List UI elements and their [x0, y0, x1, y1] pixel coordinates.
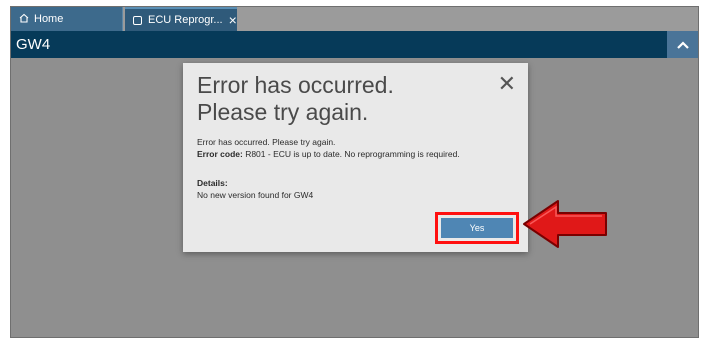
details-label: Details: [197, 178, 228, 188]
dialog-body: Error has occurred. Please try again. Er… [197, 136, 517, 201]
dialog-title-line1: Error has occurred. [197, 72, 394, 98]
yes-button[interactable]: Yes [441, 218, 513, 238]
red-pointer-arrow [523, 200, 607, 248]
header-bar: GW4 [11, 31, 698, 58]
tab-ecu-label: ECU Reprogr... [148, 14, 223, 26]
tab-close-icon[interactable]: × [229, 13, 237, 27]
dialog-title-line2: Please try again. [197, 99, 369, 125]
window-icon [133, 15, 142, 25]
home-icon [19, 13, 29, 26]
chevron-up-icon [676, 40, 689, 49]
details-text: No new version found for GW4 [197, 190, 314, 200]
tab-home-label: Home [34, 13, 64, 25]
error-dialog: Error has occurred. Please try again. ✕ … [183, 63, 528, 252]
dialog-message: Error has occurred. Please try again. [197, 137, 336, 147]
page-title: GW4 [16, 36, 51, 53]
tab-strip: Home ECU Reprogr... × [11, 7, 698, 31]
tab-home[interactable]: Home [11, 7, 123, 31]
error-code-line: Error code: R801 - ECU is up to date. No… [197, 148, 517, 160]
tab-ecu-reprogramming[interactable]: ECU Reprogr... × [125, 7, 237, 31]
error-code-text: R801 - ECU is up to date. No reprogrammi… [242, 149, 460, 159]
collapse-button[interactable] [667, 31, 698, 58]
dialog-close-icon[interactable]: ✕ [498, 73, 516, 95]
dialog-title: Error has occurred. Please try again. [197, 72, 477, 126]
error-code-label: Error code: [197, 149, 243, 159]
app-window: Home ECU Reprogr... × GW4 Error has occu… [10, 6, 699, 338]
